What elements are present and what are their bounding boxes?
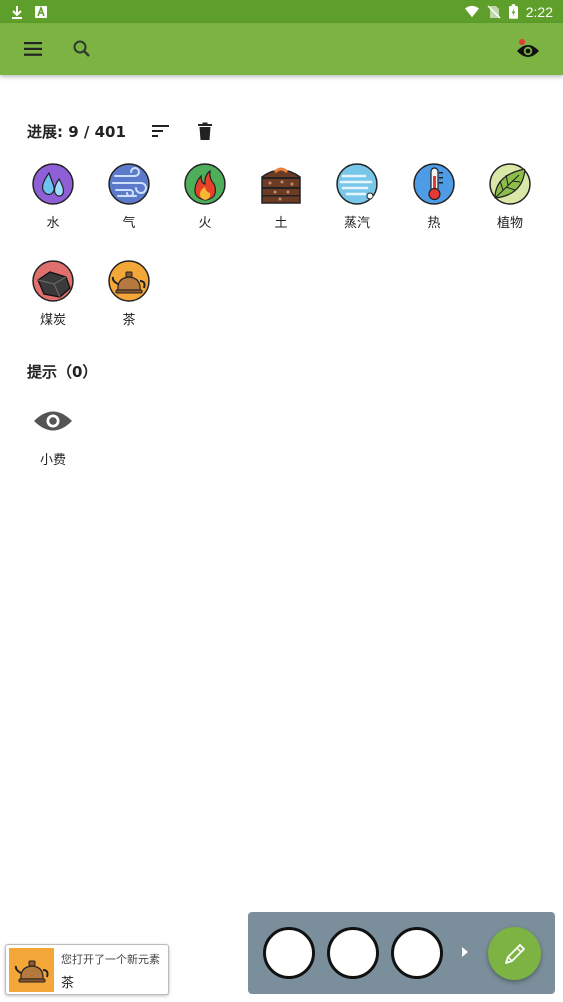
- toast-element-name: 茶: [61, 976, 75, 991]
- eye-icon: [34, 411, 72, 431]
- water-drop-icon: [32, 163, 74, 205]
- app-notification-icon: [35, 5, 47, 18]
- hints-visibility-button[interactable]: [512, 33, 544, 65]
- new-element-toast: 您打开了一个新元素 茶: [5, 944, 169, 995]
- element-label: 火: [198, 216, 212, 231]
- element-label: 煤炭: [39, 313, 66, 328]
- wind-icon: [108, 163, 150, 205]
- element-label: 植物: [496, 216, 523, 231]
- toast-thumbnail: [9, 948, 54, 992]
- download-icon: [12, 5, 22, 19]
- progress-label: 进展: 9 / 401: [27, 122, 126, 141]
- pencil-icon: [504, 943, 525, 964]
- element-air[interactable]: 气: [99, 163, 159, 231]
- combine-slot-2[interactable]: [327, 927, 379, 979]
- menu-button[interactable]: [18, 33, 50, 65]
- search-button[interactable]: [66, 33, 98, 65]
- coal-icon: [32, 260, 74, 302]
- progress-row: 进展: 9 / 401: [27, 118, 218, 144]
- no-sim-icon: [487, 4, 501, 19]
- toast-message: 您打开了一个新元素: [61, 953, 160, 966]
- thermometer-icon: [413, 163, 455, 205]
- element-heat[interactable]: 热: [404, 163, 464, 231]
- earth-icon: [261, 167, 301, 204]
- element-label: 气: [122, 216, 136, 231]
- sort-button[interactable]: [148, 118, 174, 144]
- app-bar: [0, 23, 563, 75]
- hint-item-tip[interactable]: 小费: [23, 400, 83, 468]
- element-water[interactable]: 水: [23, 163, 83, 231]
- element-earth[interactable]: 土: [251, 163, 311, 231]
- wifi-icon: [464, 5, 479, 17]
- element-steam[interactable]: 蒸汽: [327, 163, 387, 231]
- element-tea[interactable]: 茶: [99, 260, 159, 328]
- menu-icon: [24, 42, 42, 56]
- combine-slot-3[interactable]: [391, 927, 443, 979]
- hints-title: 提示（0）: [27, 363, 98, 381]
- teapot-icon: [14, 960, 48, 983]
- eye-icon: [517, 39, 539, 57]
- status-bar: 2:22: [0, 0, 563, 23]
- arrow-right-icon: [462, 947, 468, 957]
- status-time: 2:22: [525, 3, 553, 20]
- create-fab-button[interactable]: [488, 927, 541, 980]
- steam-icon: [336, 163, 378, 205]
- delete-button[interactable]: [192, 118, 218, 144]
- sort-icon: [151, 125, 169, 137]
- fire-icon: [184, 163, 226, 205]
- hint-label: 小费: [39, 453, 66, 468]
- element-label: 水: [46, 216, 60, 231]
- delete-icon: [197, 122, 212, 140]
- element-coal[interactable]: 煤炭: [23, 260, 83, 328]
- combine-slot-1[interactable]: [263, 927, 315, 979]
- battery-charging-icon: [508, 4, 518, 19]
- search-icon: [73, 40, 90, 57]
- element-label: 蒸汽: [343, 216, 370, 231]
- element-fire[interactable]: 火: [175, 163, 235, 231]
- element-plant[interactable]: 植物: [480, 163, 540, 231]
- element-label: 土: [274, 216, 288, 231]
- leaf-icon: [489, 163, 531, 205]
- element-label: 茶: [122, 313, 136, 328]
- teapot-icon: [108, 260, 150, 302]
- element-label: 热: [427, 216, 441, 231]
